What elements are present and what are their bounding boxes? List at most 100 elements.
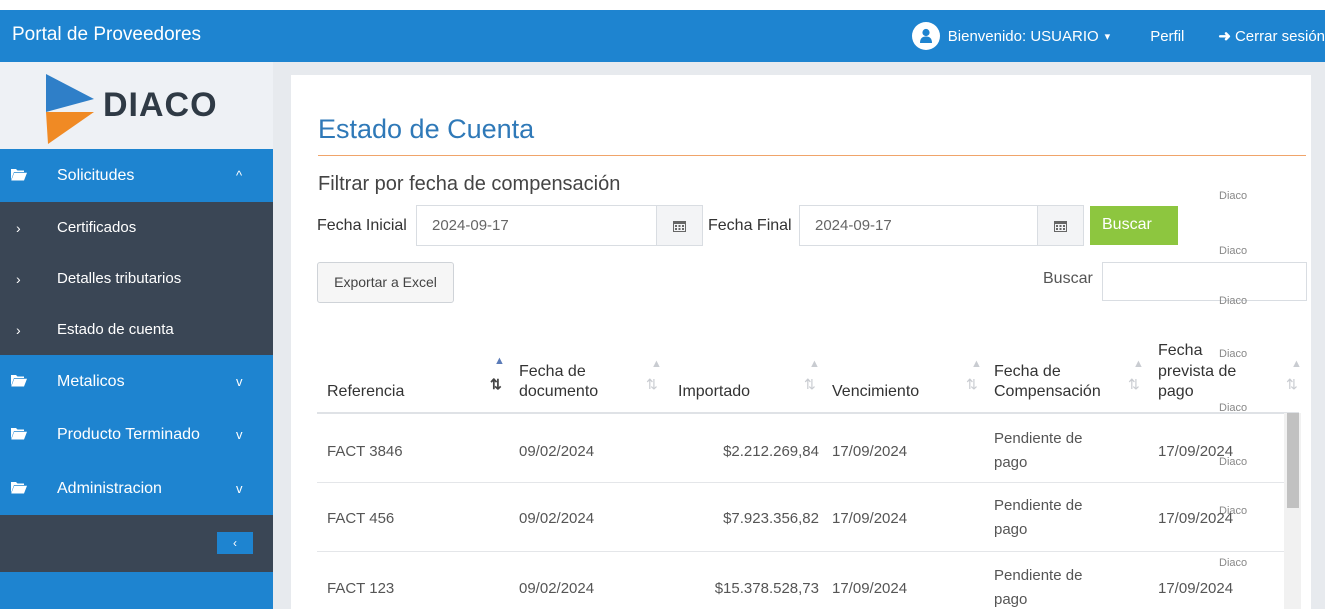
sidebar-subitem-certificados[interactable]: › Certificados [0,202,273,253]
sidebar-item-label: Solicitudes [57,166,135,184]
sort-indicator-icon[interactable]: ▲ [1291,358,1302,370]
collapse-sidebar-button[interactable]: ‹ [217,532,253,554]
welcome-user-dropdown[interactable]: Bienvenido: USUARIO [948,28,1099,45]
cell-referencia: FACT 3846 [327,443,403,460]
sort-indicator-icon[interactable]: ▲ [809,358,820,370]
subitem-label: Detalles tributarios [57,270,182,287]
cell-vencimiento: 17/09/2024 [832,443,908,460]
user-icon[interactable] [911,22,940,50]
brand-title[interactable]: Portal de Proveedores [12,24,201,46]
calendar-icon[interactable] [656,206,702,245]
sort-icon[interactable]: ⇅ [1128,376,1140,393]
sort-icon[interactable]: ⇅ [646,376,658,393]
cell-fecha-prevista: 17/09/2024 [1158,580,1234,597]
chevron-down-icon: v [236,427,243,442]
fecha-final-input[interactable]: 2024-09-17 [799,205,1084,246]
row-divider [317,482,1299,483]
cell-referencia: FACT 456 [327,510,395,527]
perfil-link[interactable]: Perfil [1150,28,1184,45]
chevron-down-icon: v [236,374,243,389]
logo-text: DIACO [103,86,218,124]
cell-compensacion-l1: Pendiente de [994,430,1083,447]
watermark: Diaco [1219,295,1248,307]
fecha-final-value: 2024-09-17 [815,217,892,234]
diaco-logo-icon [46,74,94,144]
column-header-importado[interactable]: Importado [678,382,750,402]
watermark: Diaco [1219,245,1248,257]
sidebar-subitem-estado-de-cuenta[interactable]: › Estado de cuenta [0,304,273,355]
sidebar-item-producto-terminado[interactable]: Producto Terminado v [0,408,273,461]
cell-compensacion-l2: pago [994,591,1028,608]
top-navbar: Portal de Proveedores Bienvenido: USUARI… [0,10,1325,62]
sidebar: DIACO Solicitudes ^ › Certificados › Det… [0,62,273,609]
search-input[interactable] [1102,262,1307,301]
column-header-fecha-prevista-l2[interactable]: pago [1158,382,1194,402]
chevron-down-icon: v [236,481,243,496]
sidebar-item-label: Producto Terminado [57,425,200,443]
cell-fecha-documento: 09/02/2024 [519,580,595,597]
sidebar-item-solicitudes[interactable]: Solicitudes ^ [0,149,273,202]
sort-indicator-icon[interactable]: ▲ [971,358,982,370]
cell-fecha-documento: 09/02/2024 [519,510,595,527]
cell-vencimiento: 17/09/2024 [832,510,908,527]
column-header-fecha-prevista-l0[interactable]: Fecha [1158,341,1202,361]
sidebar-item-administracion[interactable]: Administracion v [0,462,273,515]
sort-icon[interactable]: ⇅ [804,376,816,393]
watermark: Diaco [1219,348,1248,360]
search-label: Buscar [1043,270,1093,287]
chevron-right-icon: › [16,270,21,287]
sort-indicator-icon[interactable]: ▲ [1133,358,1144,370]
filter-title: Filtrar por fecha de compensación [318,173,621,195]
cell-compensacion-l2: pago [994,454,1028,471]
subitem-label: Certificados [57,219,137,236]
cell-compensacion-l1: Pendiente de [994,567,1083,584]
sort-asc-icon[interactable]: ▲ [494,355,505,367]
logout-link[interactable]: ➜ Cerrar sesión [1218,27,1325,46]
fecha-inicial-input[interactable]: 2024-09-17 [416,205,703,246]
cell-importado: $7.923.356,82 [723,510,819,527]
cell-vencimiento: 17/09/2024 [832,580,908,597]
logo-area: DIACO [0,62,273,149]
logout-label: Cerrar sesión [1234,27,1325,45]
table-scrollbar-thumb[interactable] [1287,413,1299,508]
sign-out-icon: ➜ [1218,28,1231,45]
column-header-fecha-documento-l2[interactable]: documento [519,382,598,402]
caret-down-icon[interactable]: ▾ [1105,30,1111,43]
folder-open-icon [11,428,27,440]
cell-importado: $2.212.269,84 [723,443,819,460]
calendar-icon[interactable] [1037,206,1083,245]
top-right-menu: Bienvenido: USUARIO ▾ Perfil ➜ Cerrar se… [911,10,1325,62]
sidebar-item-metalicos[interactable]: Metalicos v [0,355,273,408]
cell-fecha-documento: 09/02/2024 [519,443,595,460]
title-divider [318,155,1306,156]
fecha-inicial-value: 2024-09-17 [432,217,509,234]
main-content: Estado de Cuenta Filtrar por fecha de co… [273,62,1325,609]
sort-icon[interactable]: ⇅ [966,376,978,393]
chevron-up-icon: ^ [236,168,243,183]
folder-open-icon [11,375,27,387]
sidebar-collapse-bar: ‹ [0,515,273,572]
subitem-label: Estado de cuenta [57,321,174,338]
page-title: Estado de Cuenta [318,114,535,144]
sort-indicator-icon[interactable]: ▲ [651,358,662,370]
column-header-referencia[interactable]: Referencia [327,382,404,402]
fecha-final-label: Fecha Final [708,217,792,234]
watermark: Diaco [1219,190,1248,202]
column-header-fecha-compensacion-l1[interactable]: Fecha de [994,362,1061,382]
sidebar-subitem-detalles-tributarios[interactable]: › Detalles tributarios [0,253,273,304]
column-header-vencimiento[interactable]: Vencimiento [832,382,919,402]
table-header-divider [317,412,1299,414]
column-header-fecha-compensacion-l2[interactable]: Compensación [994,382,1101,402]
chevron-right-icon: › [16,219,21,236]
sidebar-item-label: Metalicos [57,372,125,390]
folder-open-icon [11,169,27,181]
sort-icon[interactable]: ⇅ [1286,376,1298,393]
sort-active-icon[interactable]: ⇅ [490,376,502,393]
export-excel-button[interactable]: Exportar a Excel [317,262,454,303]
column-header-fecha-documento-l1[interactable]: Fecha de [519,362,586,382]
cell-fecha-prevista: 17/09/2024 [1158,443,1234,460]
buscar-button[interactable]: Buscar [1090,206,1178,245]
column-header-fecha-prevista-l1[interactable]: prevista de [1158,362,1236,382]
chevron-right-icon: › [16,321,21,338]
content-card: Estado de Cuenta Filtrar por fecha de co… [291,75,1311,609]
